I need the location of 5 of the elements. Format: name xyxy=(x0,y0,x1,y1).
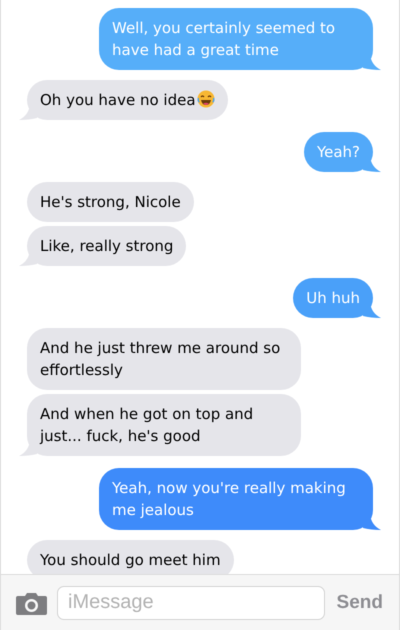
camera-icon[interactable] xyxy=(16,590,47,614)
message-bubble: And he just threw me around so effortlessly xyxy=(27,328,301,390)
message-bubble: He's strong, Nicole xyxy=(27,182,194,222)
send-button[interactable]: Send xyxy=(334,592,385,614)
message-input-field[interactable]: iMessage xyxy=(57,586,325,620)
